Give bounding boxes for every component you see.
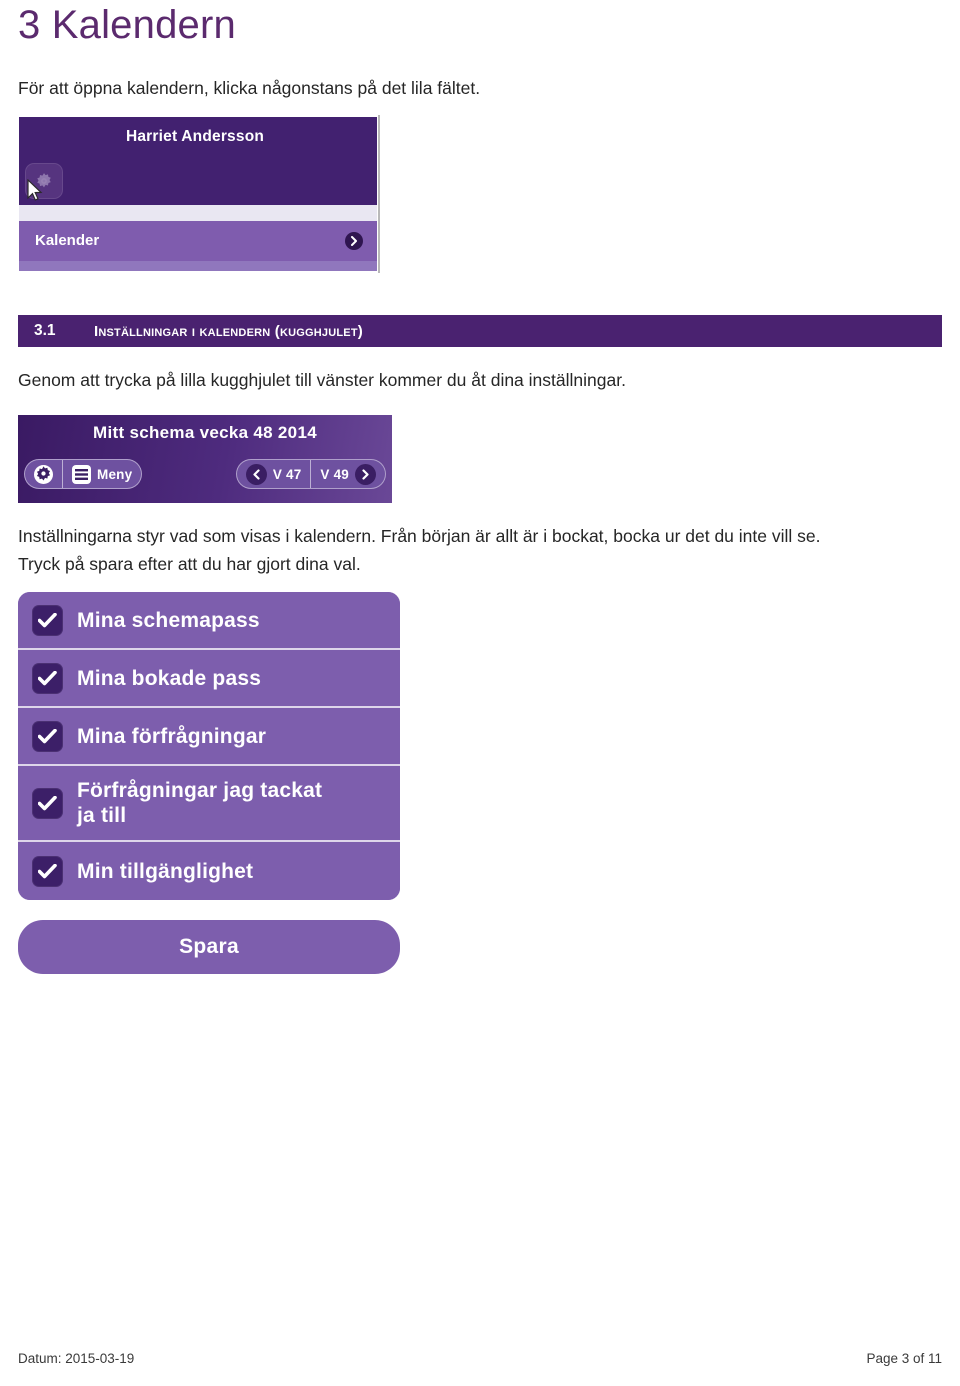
settings-list-item[interactable]: Min tillgänglighet (18, 842, 400, 900)
checkmark-icon[interactable] (32, 604, 63, 636)
schema-week-nav: V 47 V 49 (235, 459, 386, 489)
footer-date: Datum: 2015-03-19 (18, 1350, 135, 1366)
screenshot-app-menu: Harriet Andersson Kalender (18, 115, 380, 273)
settings-checkbox-list: Mina schemapass Mina bokade pass Mina fö… (18, 592, 400, 900)
schema-prev-week-label: V 47 (272, 466, 302, 482)
settings-list-item[interactable]: Mina schemapass (18, 592, 400, 650)
screenshot-settings-list: Mina schemapass Mina bokade pass Mina fö… (18, 592, 400, 974)
section-paragraph: Genom att trycka på lilla kugghjulet til… (18, 370, 626, 390)
checkmark-icon[interactable] (32, 662, 63, 694)
app-menu-item-label: Kalender (35, 232, 100, 249)
settings-list-item[interactable]: Mina förfrågningar (18, 708, 400, 766)
checkmark-icon[interactable] (32, 855, 63, 887)
gear-icon (34, 464, 53, 484)
schema-gear-button[interactable] (25, 460, 62, 488)
checkmark-icon[interactable] (32, 720, 63, 752)
page-title: 3 Kalendern (18, 3, 236, 47)
schema-toolbar: Meny V 47 V 49 (18, 459, 392, 493)
app-menu-item-kalender[interactable]: Kalender (19, 221, 377, 261)
app-header-divider (19, 205, 377, 221)
app-username: Harriet Andersson (125, 128, 265, 145)
settings-list-item[interactable]: Mina bokade pass (18, 650, 400, 708)
schema-next-week-button[interactable]: V 49 (311, 460, 385, 488)
schema-menu-label: Meny (97, 466, 133, 482)
settings-list-item[interactable]: Förfrågningar jag tackat ja till (18, 766, 400, 842)
app-menu-item-partial (19, 261, 377, 271)
settings-list-item-label: Mina schemapass (77, 608, 260, 632)
page-footer: Datum: 2015-03-19 Page 3 of 11 (18, 1348, 942, 1368)
body-paragraph: Inställningarna styr vad som visas i kal… (18, 522, 942, 578)
checkmark-icon[interactable] (32, 787, 63, 819)
chevron-right-icon (355, 463, 376, 485)
app-header: Harriet Andersson (19, 117, 377, 205)
intro-paragraph: För att öppna kalendern, klicka någonsta… (18, 78, 481, 98)
settings-list-item-label: Mina förfrågningar (77, 724, 267, 748)
settings-list-item-label: Mina bokade pass (77, 666, 262, 690)
schema-menu-button[interactable]: Meny (63, 460, 141, 488)
schema-title: Mitt schema vecka 48 2014 (93, 423, 317, 442)
schema-next-week-label: V 49 (320, 466, 349, 482)
document-page: 3 Kalendern För att öppna kalendern, kli… (0, 0, 960, 1386)
section-number: 3.1 (34, 322, 56, 339)
schema-prev-week-button[interactable]: V 47 (237, 460, 311, 488)
body-paragraph-line-2: Tryck på spara efter att du har gjort di… (18, 554, 361, 574)
schema-left-controls: Meny (24, 459, 143, 489)
settings-list-item-label: Min tillgänglighet (77, 859, 254, 883)
save-button[interactable]: Spara (18, 920, 400, 974)
section-title: Inställningar i kalendern (kugghjulet) (94, 322, 363, 340)
chevron-right-icon (345, 232, 363, 250)
hamburger-menu-icon (72, 464, 91, 484)
body-paragraph-line-1: Inställningarna styr vad som visas i kal… (18, 526, 821, 546)
mouse-cursor-icon (27, 179, 43, 201)
chevron-left-icon (245, 463, 267, 485)
save-button-label: Spara (179, 935, 239, 958)
section-heading-bar: 3.1 Inställningar i kalendern (kugghjule… (18, 315, 942, 347)
screenshot-schema-toolbar: Mitt schema vecka 48 2014 Meny V 47 V 49 (18, 415, 392, 503)
footer-page-number: Page 3 of 11 (866, 1350, 942, 1366)
settings-list-item-label: Förfrågningar jag tackat ja till (77, 779, 323, 827)
